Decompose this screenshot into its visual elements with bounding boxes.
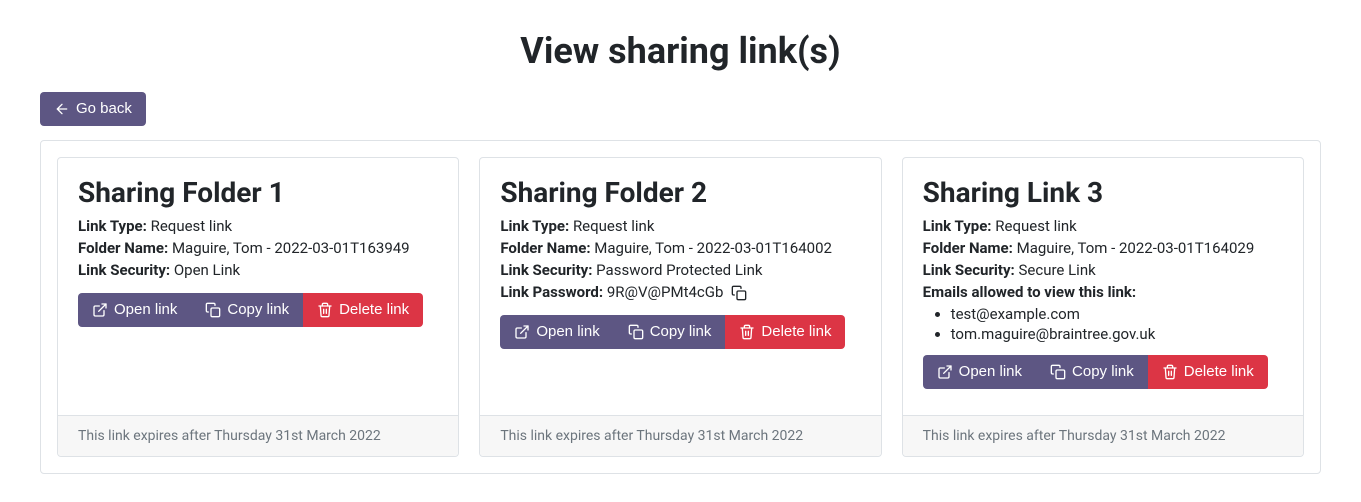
external-link-icon: [937, 364, 953, 380]
link-type-value: Request link: [151, 217, 233, 235]
sharing-card: Sharing Link 3 Link Type: Request link F…: [902, 157, 1304, 457]
folder-name-value: Maguire, Tom - 2022-03-01T164002: [594, 239, 832, 257]
delete-link-button[interactable]: Delete link: [725, 315, 845, 349]
link-security-label: Link Security:: [923, 261, 1015, 279]
page-title: View sharing link(s): [40, 30, 1321, 72]
folder-name-line: Folder Name: Maguire, Tom - 2022-03-01T1…: [923, 239, 1283, 257]
link-type-line: Link Type: Request link: [500, 217, 860, 235]
link-security-line: Link Security: Secure Link: [923, 261, 1283, 279]
copy-icon: [205, 302, 221, 318]
folder-name-label: Folder Name:: [78, 239, 168, 257]
card-title: Sharing Folder 1: [78, 176, 438, 209]
link-security-label: Link Security:: [500, 261, 592, 279]
arrow-left-icon: [54, 101, 70, 117]
go-back-label: Go back: [76, 100, 132, 118]
delete-link-button[interactable]: Delete link: [303, 293, 423, 327]
open-link-label: Open link: [959, 363, 1022, 381]
link-type-label: Link Type:: [78, 217, 147, 235]
delete-link-label: Delete link: [761, 323, 831, 341]
folder-name-value: Maguire, Tom - 2022-03-01T164029: [1017, 239, 1255, 257]
copy-password-button[interactable]: [731, 285, 747, 301]
trash-icon: [317, 302, 333, 318]
delete-link-button[interactable]: Delete link: [1148, 355, 1268, 389]
link-type-value: Request link: [573, 217, 655, 235]
link-security-label: Link Security:: [78, 261, 170, 279]
delete-link-label: Delete link: [339, 301, 409, 319]
card-actions: Open link Copy link Delete link: [78, 293, 423, 327]
link-security-value: Secure Link: [1019, 261, 1096, 279]
emails-allowed-line: Emails allowed to view this link:: [923, 283, 1283, 301]
card-actions: Open link Copy link Delete link: [500, 315, 845, 349]
link-password-value: 9R@V@PMt4cGb: [607, 283, 724, 301]
copy-link-button[interactable]: Copy link: [191, 293, 303, 327]
card-expiry: This link expires after Thursday 31st Ma…: [903, 415, 1303, 456]
link-security-line: Link Security: Open Link: [78, 261, 438, 279]
copy-link-label: Copy link: [1072, 363, 1134, 381]
link-security-value: Open Link: [174, 261, 240, 279]
cards-container: Sharing Folder 1 Link Type: Request link…: [40, 140, 1321, 474]
card-title: Sharing Link 3: [923, 176, 1283, 209]
card-expiry: This link expires after Thursday 31st Ma…: [480, 415, 880, 456]
trash-icon: [739, 324, 755, 340]
link-security-line: Link Security: Password Protected Link: [500, 261, 860, 279]
folder-name-line: Folder Name: Maguire, Tom - 2022-03-01T1…: [78, 239, 438, 257]
open-link-label: Open link: [114, 301, 177, 319]
card-title: Sharing Folder 2: [500, 176, 860, 209]
link-type-label: Link Type:: [923, 217, 992, 235]
open-link-button[interactable]: Open link: [500, 315, 613, 349]
trash-icon: [1162, 364, 1178, 380]
open-link-button[interactable]: Open link: [923, 355, 1036, 389]
copy-link-button[interactable]: Copy link: [1036, 355, 1148, 389]
folder-name-label: Folder Name:: [500, 239, 590, 257]
folder-name-label: Folder Name:: [923, 239, 1013, 257]
link-password-label: Link Password:: [500, 283, 603, 301]
copy-link-label: Copy link: [650, 323, 712, 341]
link-type-line: Link Type: Request link: [78, 217, 438, 235]
copy-icon: [628, 324, 644, 340]
link-type-label: Link Type:: [500, 217, 569, 235]
copy-icon: [731, 285, 747, 301]
list-item: tom.maguire@braintree.gov.uk: [951, 325, 1283, 343]
go-back-button[interactable]: Go back: [40, 92, 146, 126]
link-password-line: Link Password: 9R@V@PMt4cGb: [500, 283, 860, 301]
card-actions: Open link Copy link Delete link: [923, 355, 1268, 389]
sharing-card: Sharing Folder 1 Link Type: Request link…: [57, 157, 459, 457]
sharing-card: Sharing Folder 2 Link Type: Request link…: [479, 157, 881, 457]
cards-grid: Sharing Folder 1 Link Type: Request link…: [57, 157, 1304, 457]
link-type-line: Link Type: Request link: [923, 217, 1283, 235]
folder-name-line: Folder Name: Maguire, Tom - 2022-03-01T1…: [500, 239, 860, 257]
link-security-value: Password Protected Link: [596, 261, 762, 279]
external-link-icon: [514, 324, 530, 340]
delete-link-label: Delete link: [1184, 363, 1254, 381]
external-link-icon: [92, 302, 108, 318]
open-link-button[interactable]: Open link: [78, 293, 191, 327]
open-link-label: Open link: [536, 323, 599, 341]
copy-link-button[interactable]: Copy link: [614, 315, 726, 349]
link-type-value: Request link: [995, 217, 1077, 235]
copy-icon: [1050, 364, 1066, 380]
copy-link-label: Copy link: [227, 301, 289, 319]
folder-name-value: Maguire, Tom - 2022-03-01T163949: [172, 239, 410, 257]
emails-list: test@example.com tom.maguire@braintree.g…: [923, 305, 1283, 343]
list-item: test@example.com: [951, 305, 1283, 323]
emails-allowed-label: Emails allowed to view this link:: [923, 283, 1137, 301]
card-expiry: This link expires after Thursday 31st Ma…: [58, 415, 458, 456]
